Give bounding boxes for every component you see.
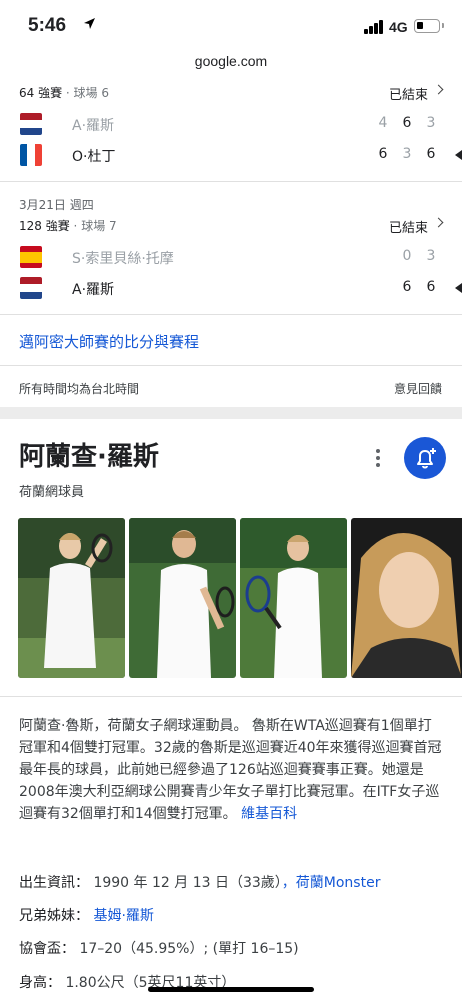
more-options-icon[interactable] [371, 448, 385, 468]
fact-label: 協會盃： [19, 941, 75, 957]
network-type: 4G [389, 19, 408, 35]
divider [0, 314, 462, 315]
netherlands-flag-icon [20, 113, 42, 135]
address-bar[interactable]: google.com [0, 46, 462, 76]
timezone-note: 所有時間均為台北時間 [19, 382, 140, 396]
player-row: S·索里貝絲·托摩 0 3 [0, 241, 462, 273]
match-round: 128 強賽 · 球場 7 [19, 219, 117, 233]
player-photo-image [240, 518, 347, 678]
set-score: 6 [426, 279, 436, 295]
set-score: 3 [426, 248, 436, 264]
set-score: 6 [378, 146, 388, 162]
set-score: 6 [402, 115, 412, 131]
netherlands-flag-icon [20, 277, 42, 299]
entity-photo[interactable] [351, 518, 462, 678]
chevron-right-icon [433, 84, 444, 95]
entity-title: 阿蘭查·羅斯 [19, 442, 159, 472]
winner-indicator-icon [455, 283, 462, 293]
bell-plus-icon [417, 448, 436, 469]
player-row: O·杜丁 6 3 6 [0, 139, 462, 171]
set-score: 3 [426, 115, 436, 131]
entity-description: 阿蘭查·魯斯，荷蘭女子網球運動員。 魯斯在WTA巡迴賽有1個單打冠軍和4個雙打冠… [19, 715, 443, 825]
player-name: O·杜丁 [72, 149, 116, 165]
wikipedia-link[interactable]: 維基百科 [241, 806, 297, 822]
match-status[interactable]: 已結束 [388, 84, 444, 103]
player-name: A·羅斯 [72, 118, 115, 134]
fact-label: 身高： [19, 975, 61, 991]
set-score: 6 [402, 279, 412, 295]
fact-link[interactable]: 基姆·羅斯 [93, 908, 153, 924]
chevron-right-icon [433, 217, 444, 228]
battery-icon [414, 19, 444, 33]
player-name: S·索里貝絲·托摩 [72, 251, 174, 267]
player-name: A·羅斯 [72, 282, 115, 298]
fact-row: 兄弟姊妹： 基姆·羅斯 [19, 905, 449, 925]
status-bar: 5:46 4G [0, 0, 462, 46]
description-text: 阿蘭查·魯斯，荷蘭女子網球運動員。 魯斯在WTA巡迴賽有1個單打冠軍和4個雙打冠… [19, 718, 442, 822]
fact-row: 協會盃： 17–20（45.95%）; (單打 16–15) [19, 938, 449, 958]
status-label: 已結束 [388, 88, 428, 103]
divider [0, 365, 462, 366]
player-photo-image [129, 518, 236, 678]
entity-photo[interactable] [240, 518, 347, 678]
status-time: 5:46 [28, 15, 67, 36]
feedback-link[interactable]: 意見回饋 [394, 380, 442, 397]
france-flag-icon [20, 144, 42, 166]
player-photo-image [18, 518, 125, 678]
round-label: 64 強賽 [19, 86, 63, 100]
match-status[interactable]: 已結束 [388, 217, 444, 236]
player-row: A·羅斯 4 6 3 [0, 108, 462, 140]
spain-flag-icon [20, 246, 42, 268]
fact-value: 17–20（45.95%）; (單打 16–15) [79, 941, 299, 957]
winner-indicator-icon [455, 150, 462, 160]
fact-label: 兄弟姊妹： [19, 908, 89, 924]
court-label: 球場 6 [73, 86, 109, 100]
player-row: A·羅斯 6 6 [0, 272, 462, 304]
divider [0, 696, 462, 697]
home-indicator[interactable] [148, 987, 314, 992]
player-photo-image [351, 518, 462, 678]
miami-open-scores-link[interactable]: 邁阿密大師賽的比分與賽程 [19, 331, 199, 352]
match-date: 3月21日 週四 [19, 198, 94, 212]
match-card[interactable]: 3月21日 週四 128 強賽 · 球場 7 已結束 S·索里貝絲·托摩 0 3… [0, 182, 462, 314]
match-card[interactable]: 64 強賽 · 球場 6 已結束 A·羅斯 4 6 3 O·杜丁 6 3 6 [0, 76, 462, 181]
court-label: 球場 7 [81, 219, 117, 233]
cellular-signal-icon [364, 20, 384, 34]
section-separator [0, 407, 462, 419]
notification-bell-button[interactable] [404, 437, 446, 479]
set-score: 3 [402, 146, 412, 162]
fact-label: 出生資訊： [19, 875, 89, 891]
status-label: 已結束 [388, 221, 428, 236]
fact-value: 1990 年 12 月 13 日（33歲） [93, 875, 282, 891]
entity-photo[interactable] [129, 518, 236, 678]
set-score: 4 [378, 115, 388, 131]
fact-row: 出生資訊： 1990 年 12 月 13 日（33歲），荷蘭Monster [19, 872, 449, 892]
round-label: 128 強賽 [19, 219, 70, 233]
fact-link[interactable]: ，荷蘭Monster [282, 875, 381, 891]
entity-photo[interactable] [18, 518, 125, 678]
set-score: 0 [402, 248, 412, 264]
match-round: 64 強賽 · 球場 6 [19, 86, 109, 100]
location-arrow-icon [84, 18, 95, 29]
entity-subtitle: 荷蘭網球員 [19, 485, 85, 500]
set-score: 6 [426, 146, 436, 162]
